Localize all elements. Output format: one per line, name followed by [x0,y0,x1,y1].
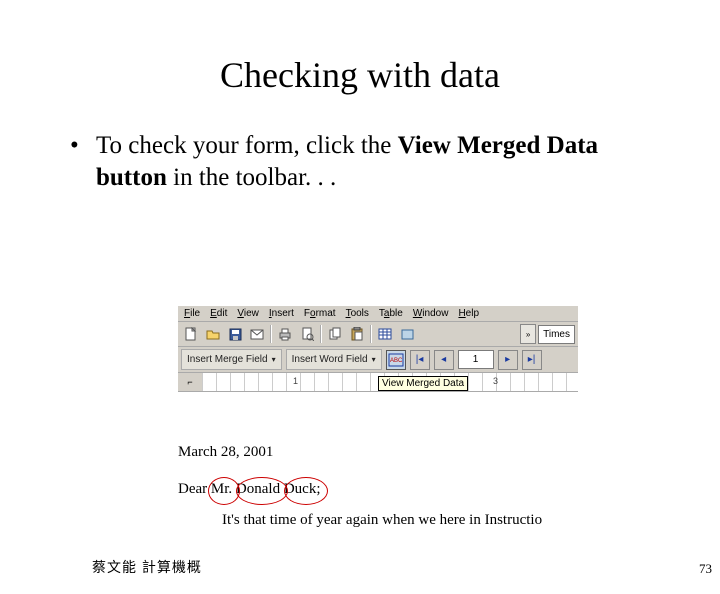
record-number-input[interactable]: 1 [458,350,494,369]
bullet-item: • To check your form, click the View Mer… [0,130,720,194]
letter-date: March 28, 2001 [178,444,608,461]
svg-text:ABC: ABC [390,358,403,364]
separator [270,325,272,343]
misc-icon[interactable] [397,324,417,344]
font-dropdown[interactable]: Times [538,325,575,344]
save-icon[interactable] [225,324,245,344]
view-merged-data-button[interactable]: ABC [386,350,406,370]
first-record-icon[interactable]: |◂ [410,350,430,370]
menu-edit[interactable]: Edit [210,308,227,319]
open-icon[interactable] [203,324,223,344]
letter-body: It's that time of year again when we her… [178,512,608,529]
next-record-icon[interactable]: ▸ [498,350,518,370]
menu-bar[interactable]: File Edit View Insert Format Tools Table… [178,306,578,322]
footer-author: 蔡文能 計算機概 [92,557,202,577]
ruler: ⌐ 1 3 View Merged Data [178,373,578,392]
print-icon[interactable] [275,324,295,344]
slide-title: Checking with data [0,54,720,96]
overflow-icon[interactable]: » [520,324,536,344]
menu-tools[interactable]: Tools [346,308,369,319]
menu-file[interactable]: File [184,308,200,319]
last-record-icon[interactable]: ▸| [522,350,542,370]
separator [320,325,322,343]
preview-icon[interactable] [297,324,317,344]
prev-record-icon[interactable]: ◂ [434,350,454,370]
bullet-text-prefix: To check your form, click the [96,132,398,159]
insert-word-field-button[interactable]: Insert Word Field▾ [286,349,382,370]
standard-toolbar: » Times [178,322,578,347]
view-merged-data-tooltip: View Merged Data [378,376,468,391]
paste-icon[interactable] [347,324,367,344]
copy-icon[interactable] [325,324,345,344]
letter-salutation: Dear Mr. Donald Duck; [178,481,608,498]
mailmerge-toolbar: Insert Merge Field▾ Insert Word Field▾ A… [178,347,578,373]
menu-help[interactable]: Help [458,308,479,319]
letter-preview: March 28, 2001 Dear Mr. Donald Duck; It'… [178,444,608,529]
menu-view[interactable]: View [237,308,259,319]
word-toolbar-screenshot: File Edit View Insert Format Tools Table… [178,306,578,392]
insert-merge-field-button[interactable]: Insert Merge Field▾ [181,349,282,370]
new-icon[interactable] [181,324,201,344]
ruler-mark: 3 [493,376,498,386]
mail-icon[interactable] [247,324,267,344]
page-number: 73 [699,561,712,577]
bullet-text-suffix: in the toolbar. . . [167,164,336,191]
ruler-mark: 1 [293,376,298,386]
table-icon[interactable] [375,324,395,344]
menu-table[interactable]: Table [379,308,403,319]
menu-format[interactable]: Format [304,308,336,319]
bullet-marker: • [70,130,96,194]
separator [370,325,372,343]
menu-window[interactable]: Window [413,308,449,319]
menu-insert[interactable]: Insert [269,308,294,319]
tab-align-icon[interactable]: ⌐ [178,373,203,391]
